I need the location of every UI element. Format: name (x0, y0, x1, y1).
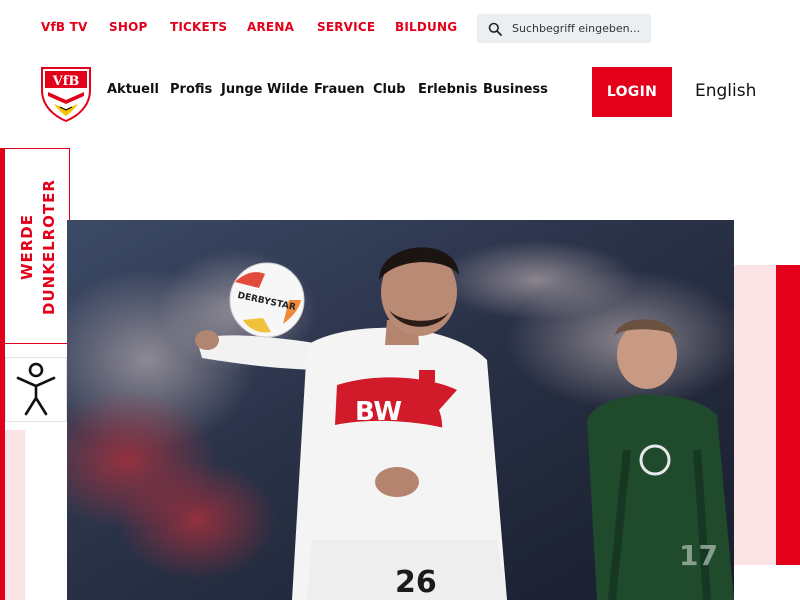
right-red-block (776, 265, 800, 565)
login-button[interactable]: LOGIN (592, 67, 672, 117)
football: DERBYSTAR (229, 262, 305, 338)
main-nav-frauen[interactable]: Frauen (314, 82, 365, 97)
membership-promo-tab[interactable]: WERDE DUNKELROTER (5, 148, 70, 344)
jersey-sponsor-text: BW (355, 397, 402, 427)
right-pink-block (734, 265, 776, 565)
membership-promo-text: WERDE DUNKELROTER (5, 149, 70, 345)
svg-text:VfB: VfB (52, 74, 80, 89)
vfb-logo[interactable]: VfB (40, 66, 92, 122)
jersey-number: 26 (395, 565, 437, 600)
top-nav-service[interactable]: SERVICE (317, 20, 375, 34)
main-nav-club[interactable]: Club (373, 82, 406, 97)
top-utility-bar: VfB TV SHOP TICKETS ARENA SERVICE BILDUN… (0, 0, 800, 56)
top-nav-arena[interactable]: ARENA (247, 20, 294, 34)
left-pink-block (5, 430, 25, 600)
promo-line-2: DUNKELROTER (39, 179, 58, 315)
main-nav-aktuell[interactable]: Aktuell (107, 82, 159, 97)
hero-image: 17 BW 26 DERBYSTAR (67, 220, 734, 600)
search-box[interactable] (477, 14, 651, 43)
top-nav-tickets[interactable]: TICKETS (170, 20, 227, 34)
hero-photo: 17 BW 26 DERBYSTAR (67, 220, 734, 600)
search-input[interactable] (512, 22, 642, 35)
svg-text:17: 17 (679, 539, 718, 572)
top-nav-vfb-tv[interactable]: VfB TV (41, 20, 88, 34)
main-nav-business[interactable]: Business (483, 82, 548, 97)
main-nav-junge-wilde[interactable]: Junge Wilde (221, 82, 308, 97)
top-nav-bildung[interactable]: BILDUNG (395, 20, 457, 34)
top-nav-shop[interactable]: SHOP (109, 20, 147, 34)
accessibility-button[interactable] (5, 357, 67, 422)
accessibility-icon (16, 362, 56, 415)
main-nav-erlebnis[interactable]: Erlebnis (418, 82, 477, 97)
language-switch-english[interactable]: English (695, 81, 756, 101)
main-nav-profis[interactable]: Profis (170, 82, 212, 97)
search-icon[interactable] (488, 22, 502, 36)
promo-line-1: WERDE (17, 213, 36, 281)
